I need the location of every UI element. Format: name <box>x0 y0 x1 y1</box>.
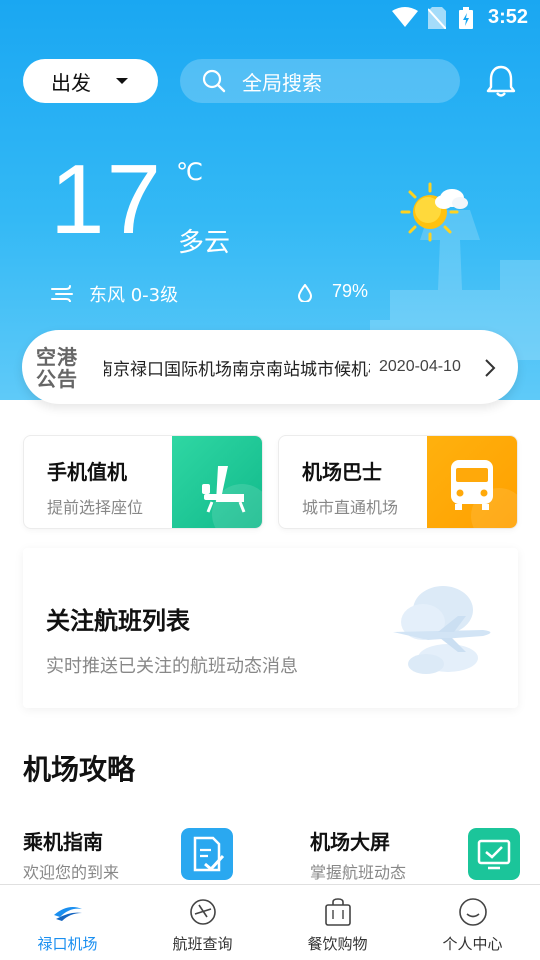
airport-bus-card[interactable]: 机场巴士 城市直通机场 <box>278 435 518 529</box>
status-time: 3:52 <box>487 6 528 28</box>
tab-dining-shopping[interactable]: 餐饮购物 <box>270 885 405 960</box>
humidity-value: 79% <box>332 281 369 301</box>
tab-personal-center[interactable]: 个人中心 <box>405 885 540 960</box>
bus-tile <box>427 436 517 528</box>
checkin-title: 手机值机 <box>47 460 127 484</box>
weather-description: 多云 <box>178 228 231 258</box>
chevron-right-icon <box>485 359 496 377</box>
boarding-guide-subtitle: 欢迎您的到来 <box>23 863 120 882</box>
tab-label-personal: 个人中心 <box>442 935 503 953</box>
checkin-subtitle: 提前选择座位 <box>47 498 144 517</box>
airport-guide-heading: 机场攻略 <box>23 753 136 786</box>
tab-lukou-airport[interactable]: 禄口机场 <box>0 885 135 960</box>
global-search-box[interactable]: 全局搜索 <box>180 59 460 103</box>
airport-screen-title: 机场大屏 <box>310 830 390 854</box>
bus-icon <box>451 460 517 528</box>
shopping-bag-icon <box>325 898 351 926</box>
tab-label-flight: 航班查询 <box>172 935 233 953</box>
caret-down-icon <box>116 78 128 84</box>
smiley-face-icon <box>459 898 487 926</box>
status-bar: 3:52 <box>0 0 540 36</box>
tab-flight-search[interactable]: 航班查询 <box>135 885 270 960</box>
wifi-icon <box>392 7 418 27</box>
bottom-tab-bar: 禄口机场 航班查询 餐饮购物 个人中心 <box>0 884 540 960</box>
seat-icon <box>202 466 262 528</box>
flight-search-icon <box>190 899 216 925</box>
boarding-pass-icon <box>181 828 233 880</box>
departure-label: 出发 <box>51 70 91 95</box>
bell-icon[interactable] <box>486 64 516 98</box>
tab-label-lukou: 禄口机场 <box>37 935 98 953</box>
temperature-unit: ℃ <box>176 158 203 186</box>
search-icon <box>202 69 226 93</box>
tab-label-dining: 餐饮购物 <box>307 935 368 953</box>
departure-dropdown[interactable]: 出发 <box>23 59 158 103</box>
notice-date: 2020-04-10 <box>379 358 461 375</box>
checkin-tile <box>172 436 262 528</box>
flight-display-screen-icon <box>468 828 520 880</box>
humidity-drop-icon <box>298 284 312 302</box>
notice-text-container: 南京禄口国际机场南京南站城市候机楼 <box>104 355 370 381</box>
wind-icon <box>51 285 73 302</box>
notice-text: 南京禄口国际机场南京南站城市候机楼 <box>104 360 370 380</box>
follow-title: 关注航班列表 <box>46 607 190 635</box>
airport-notice-bar[interactable]: 空港公告 南京禄口国际机场南京南站城市候机楼 2020-04-10 <box>22 330 518 404</box>
follow-subtitle: 实时推送已关注的航班动态消息 <box>46 656 298 677</box>
partly-cloudy-icon <box>400 182 468 242</box>
follow-flights-card[interactable]: 关注航班列表 实时推送已关注的航班动态消息 <box>23 548 518 708</box>
no-sim-icon <box>428 7 446 29</box>
airport-screen-subtitle: 掌握航班动态 <box>310 863 407 882</box>
notice-label: 空港公告 <box>36 345 78 391</box>
temperature: 17 <box>50 144 164 254</box>
battery-charging-icon <box>459 7 473 29</box>
mobile-checkin-card[interactable]: 手机值机 提前选择座位 <box>23 435 263 529</box>
boarding-guide-title: 乘机指南 <box>23 830 103 854</box>
wind-info: 东风 0-3级 <box>89 285 179 306</box>
search-placeholder: 全局搜索 <box>242 70 322 95</box>
bus-title: 机场巴士 <box>302 460 382 484</box>
airplane-cloud-illustration-icon <box>393 586 491 674</box>
bus-subtitle: 城市直通机场 <box>302 498 399 517</box>
lukou-airport-logo-icon <box>54 907 82 921</box>
